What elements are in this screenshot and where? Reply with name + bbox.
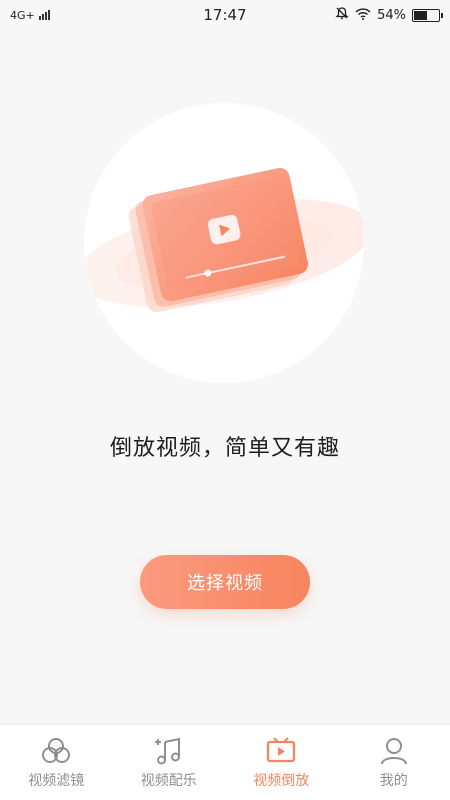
signal-icon bbox=[38, 10, 50, 20]
battery-icon bbox=[412, 8, 443, 22]
bottom-tab-bar: 视频滤镜 视频配乐 视频倒放 我的 bbox=[0, 724, 450, 800]
mute-icon bbox=[335, 6, 349, 24]
select-video-button[interactable]: 选择视频 bbox=[140, 555, 310, 609]
tab-profile[interactable]: 我的 bbox=[338, 725, 450, 800]
profile-icon bbox=[377, 736, 411, 766]
music-icon bbox=[152, 736, 186, 766]
tab-label: 我的 bbox=[379, 772, 408, 789]
status-bar: 4G+ 17:47 54% bbox=[0, 0, 450, 30]
reverse-video-icon bbox=[264, 736, 298, 766]
video-card-illustration bbox=[84, 167, 364, 313]
tab-video-filter[interactable]: 视频滤镜 bbox=[0, 725, 113, 800]
wifi-icon bbox=[355, 7, 371, 24]
tab-video-reverse[interactable]: 视频倒放 bbox=[225, 725, 338, 800]
status-left: 4G+ bbox=[10, 9, 50, 22]
tab-label: 视频滤镜 bbox=[28, 772, 85, 789]
network-type: 4G+ bbox=[10, 8, 35, 22]
battery-percent: 54% bbox=[377, 7, 406, 23]
tab-label: 视频配乐 bbox=[140, 772, 197, 789]
status-right: 54% bbox=[335, 6, 443, 24]
hero-illustration bbox=[84, 103, 364, 383]
tab-video-music[interactable]: 视频配乐 bbox=[113, 725, 226, 800]
tab-label: 视频倒放 bbox=[253, 772, 310, 789]
tagline: 倒放视频，简单又有趣 bbox=[109, 436, 340, 461]
filter-icon bbox=[39, 736, 73, 766]
